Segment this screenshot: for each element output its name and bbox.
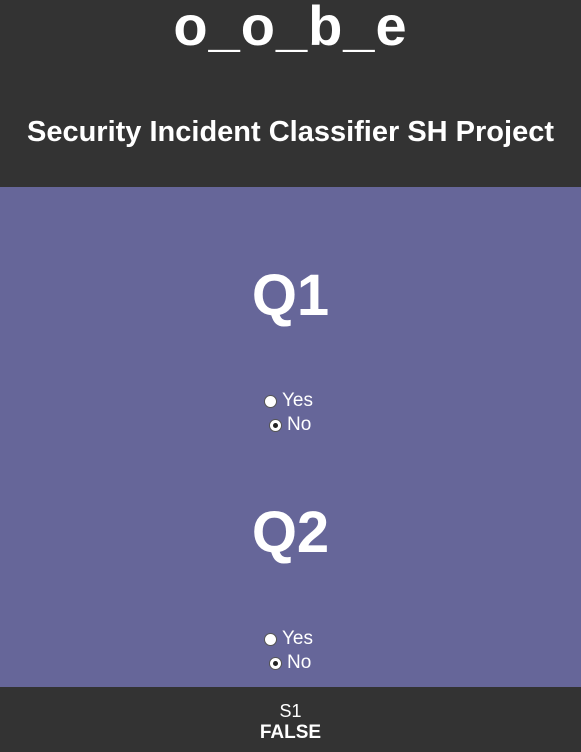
q2-no-radio[interactable] <box>269 656 282 670</box>
page-title: Security Incident Classifier SH Project <box>26 116 554 148</box>
q2-option-no[interactable]: No <box>269 652 311 674</box>
status-id: S1 <box>279 701 302 721</box>
q1-yes-radio[interactable] <box>264 394 277 408</box>
logo-text: o_o_b_e <box>173 0 408 57</box>
q1-no-label: No <box>287 414 312 435</box>
question-2-heading: Q2 <box>251 500 330 565</box>
q2-no-label: No <box>287 652 312 673</box>
q1-option-yes[interactable]: Yes <box>264 390 313 412</box>
q2-option-yes[interactable]: Yes <box>264 628 313 650</box>
q2-yes-label: Yes <box>282 628 313 649</box>
q1-no-radio[interactable] <box>269 418 282 432</box>
footer: S1 FALSE <box>0 687 581 752</box>
q1-yes-label: Yes <box>282 390 313 411</box>
q1-option-no[interactable]: No <box>269 414 311 436</box>
header: o_o_b_e Security Incident Classifier SH … <box>0 0 581 187</box>
status-value: FALSE <box>259 722 322 743</box>
question-1-heading: Q1 <box>251 263 330 328</box>
q2-yes-radio[interactable] <box>264 632 277 646</box>
questions-panel: Q1 Yes No Q2 Yes No <box>0 187 581 687</box>
